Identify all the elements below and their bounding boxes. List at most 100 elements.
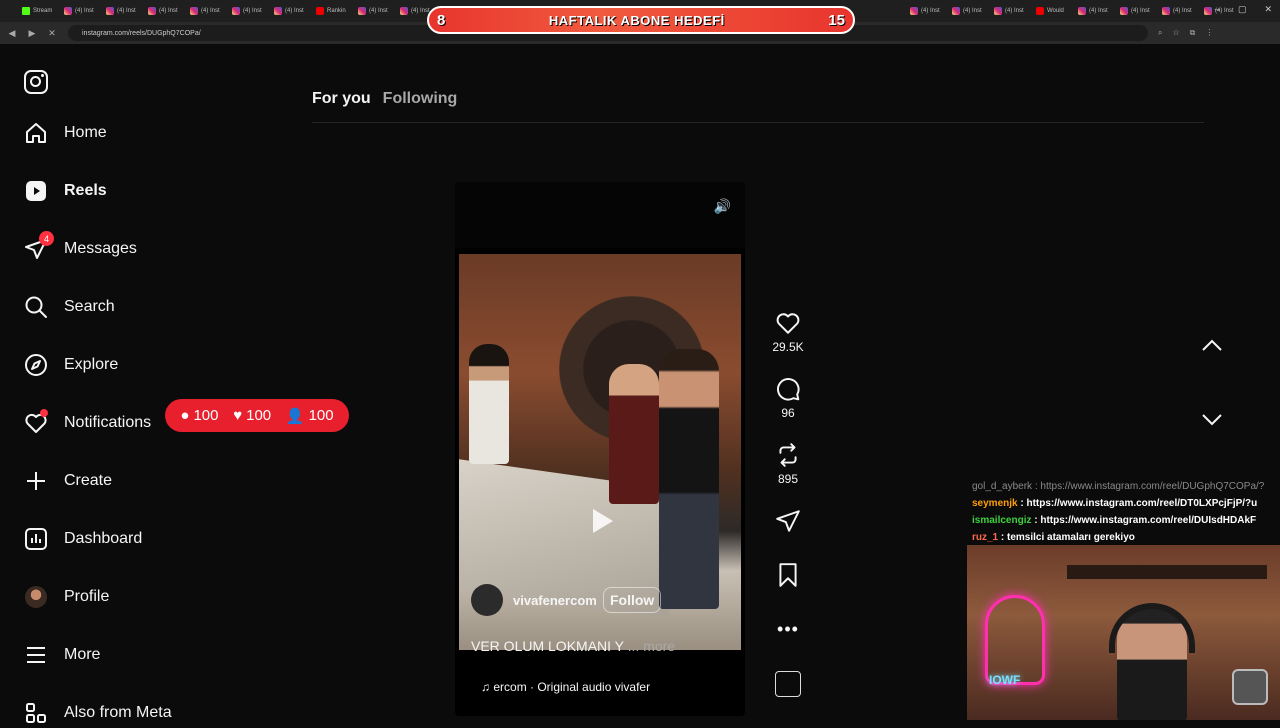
browser-tab[interactable]: (4) Inst (910, 2, 950, 20)
browser-tab[interactable]: (4) Inst (106, 2, 146, 20)
repost-action[interactable]: 895 (768, 442, 808, 486)
zoom-icon[interactable]: ⌕ (1158, 28, 1162, 38)
heart-icon[interactable] (768, 310, 808, 336)
browser-tab[interactable]: Would (1036, 2, 1076, 20)
reel-player[interactable]: 🔊 vivafenercom Follow VER OLUM LOKMANI Y… (455, 182, 745, 716)
browser-menu-icon[interactable]: ⋮ (1205, 28, 1213, 38)
instagram-logo-icon[interactable] (24, 70, 48, 94)
sidebar-item-more[interactable]: More (24, 640, 100, 670)
subscriber-goal-banner: 8 HAFTALIK ABONE HEDEFİ 15 (427, 6, 855, 34)
sidebar-item-also-from-meta[interactable]: Also from Meta (24, 698, 172, 728)
sidebar-item-label: Explore (64, 356, 119, 373)
window-controls: – ▢ ✕ (1215, 4, 1272, 15)
reel-audio[interactable]: ♫ ercom · Original audio vivafer (481, 680, 650, 694)
webcam-shelf (1067, 565, 1267, 579)
forward-icon[interactable]: ▶ (24, 28, 40, 39)
sidebar-item-home[interactable]: Home (24, 118, 107, 148)
browser-tab[interactable]: (4) Inst (274, 2, 314, 20)
share-icon[interactable] (768, 508, 808, 534)
sidebar-item-reels[interactable]: Reels (24, 176, 107, 206)
follow-button[interactable]: Follow (603, 587, 662, 613)
save-action[interactable] (768, 562, 808, 588)
person-icon: 👤 (285, 407, 305, 425)
chat-message: seymenjk : https://www.instagram.com/ree… (972, 498, 1258, 509)
more-icon[interactable]: ••• (768, 616, 808, 642)
video-person (609, 364, 659, 504)
goal-target: 15 (828, 11, 845, 29)
more-options-action[interactable]: ••• (768, 616, 808, 642)
messages-icon: 4 (24, 231, 54, 261)
browser-tab[interactable]: Rankin (316, 2, 356, 20)
reel-username[interactable]: vivafenercom (513, 593, 597, 608)
like-action[interactable]: 29.5K (768, 310, 808, 354)
comment-count: 96 (781, 406, 795, 420)
reel-caption[interactable]: VER OLUM LOKMANI Y ... more (471, 638, 731, 654)
sidebar-item-label: Also from Meta (64, 704, 172, 721)
repost-icon[interactable] (768, 442, 808, 468)
sidebar-item-label: Dashboard (64, 530, 143, 547)
audio-thumbnail[interactable] (775, 671, 801, 697)
sidebar-item-explore[interactable]: Explore (24, 350, 118, 380)
notifications-popup[interactable]: ● 100 ♥ 100 👤 100 (165, 399, 349, 432)
chevron-down-icon[interactable] (1200, 407, 1224, 431)
browser-tab[interactable]: (4) Inst (190, 2, 230, 20)
tab-for-you[interactable]: For you (312, 90, 371, 108)
sidebar-item-dashboard[interactable]: Dashboard (24, 524, 142, 554)
extensions-icon[interactable]: ⧉ (1190, 28, 1196, 38)
chevron-up-icon[interactable] (1200, 334, 1224, 358)
share-action[interactable] (768, 508, 808, 534)
follows-value: 100 (308, 407, 334, 424)
home-icon (24, 121, 48, 145)
comment-action[interactable]: 96 (768, 376, 808, 420)
sidebar-item-notifications[interactable]: Notifications (24, 408, 151, 438)
chat-text: https://www.instagram.com/reel/DT0LXPcjF… (1026, 498, 1258, 509)
sidebar-item-label: Create (64, 472, 113, 489)
browser-tab[interactable]: (4) Inst (1162, 2, 1202, 20)
instagram-icon (400, 7, 408, 15)
avatar[interactable] (471, 584, 503, 616)
back-icon[interactable]: ◀ (4, 28, 20, 39)
chat-text: temsilci atamaları gerekiyo (1007, 532, 1135, 543)
browser-tab-label: Would (1047, 8, 1064, 14)
sidebar-item-label: Profile (64, 588, 110, 605)
browser-tab[interactable]: (4) Inst (1078, 2, 1118, 20)
instagram-icon (358, 7, 366, 15)
bookmark-icon[interactable] (768, 562, 808, 588)
browser-tab[interactable]: (4) Inst (358, 2, 398, 20)
music-icon: ♫ (481, 680, 490, 694)
maximize-button[interactable]: ▢ (1238, 4, 1247, 15)
browser-tab[interactable]: (4) Inst (64, 2, 104, 20)
audio-label: ercom · Original audio vivafer (493, 680, 651, 694)
menu-icon (24, 643, 48, 667)
sidebar-item-search[interactable]: Search (24, 292, 115, 322)
stop-icon[interactable]: ✕ (44, 28, 60, 39)
comment-icon: ● (180, 407, 190, 424)
sidebar-item-messages[interactable]: 4 Messages (24, 231, 137, 264)
webcam-overlay: IOWF (967, 545, 1280, 720)
instagram-icon (64, 7, 72, 15)
chat-text: https://www.instagram.com/reel/DUGphQ7CO… (1040, 481, 1265, 492)
volume-icon[interactable]: 🔊 (714, 198, 731, 215)
browser-tab-label: (4) Inst (201, 8, 220, 14)
browser-tab[interactable]: (4) Inst (952, 2, 992, 20)
close-button[interactable]: ✕ (1264, 4, 1272, 15)
browser-tab[interactable]: (4) Inst (232, 2, 272, 20)
sidebar-item-profile[interactable]: Profile (24, 582, 109, 612)
caption-more-link[interactable]: ... more (628, 638, 675, 654)
tab-following[interactable]: Following (383, 90, 458, 108)
browser-tab-label: (4) Inst (369, 8, 388, 14)
browser-tab-label: (4) Inst (117, 8, 136, 14)
browser-tab[interactable]: (4) Inst (148, 2, 188, 20)
messages-badge: 4 (39, 231, 54, 246)
browser-tab[interactable]: Stream (22, 2, 62, 20)
likes-count: ♥ 100 (233, 407, 271, 424)
play-icon[interactable] (593, 509, 613, 533)
bookmark-star-icon[interactable]: ☆ (1172, 28, 1179, 38)
minimize-button[interactable]: – (1215, 4, 1220, 15)
comment-icon[interactable] (768, 376, 808, 402)
sidebar-item-create[interactable]: Create (24, 466, 112, 496)
sidebar: Home Reels 4 Messages Search Explore Not… (0, 44, 349, 723)
meta-icon (24, 701, 48, 725)
browser-tab[interactable]: (4) Inst (1120, 2, 1160, 20)
browser-tab[interactable]: (4) Inst (994, 2, 1034, 20)
